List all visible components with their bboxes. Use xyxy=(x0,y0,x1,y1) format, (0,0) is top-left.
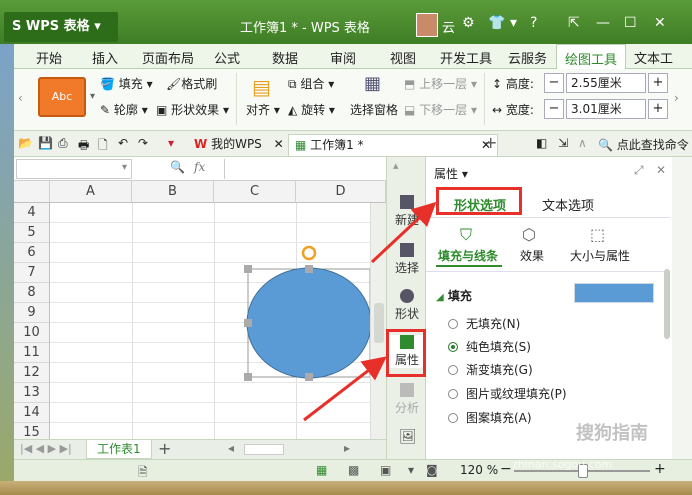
annotation-arrows xyxy=(303,201,437,422)
arrow-to-properties xyxy=(303,356,387,422)
arrow-to-shape-options xyxy=(370,201,437,264)
